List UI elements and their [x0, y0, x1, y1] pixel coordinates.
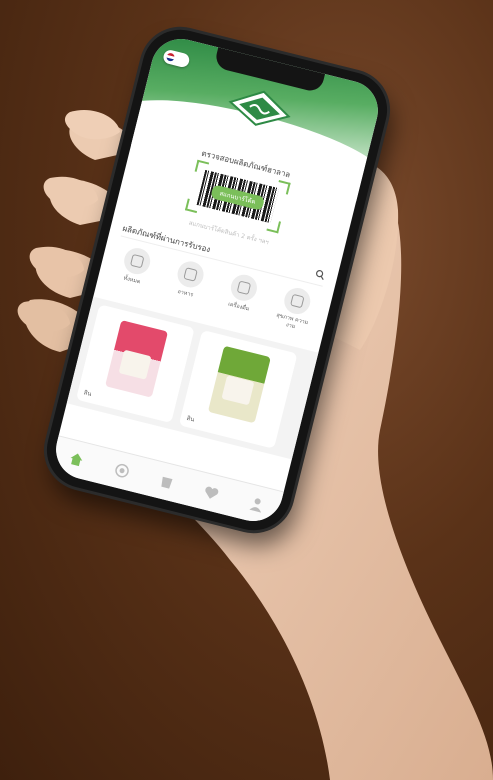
finger-tip-4 — [17, 300, 70, 332]
photo-scene: ตรวจสอบผลิตภัณฑ์ฮาลาล สแกนบาร์โค้ด สแกนบ… — [0, 0, 493, 780]
finger-tip-1 — [64, 110, 120, 140]
finger-tip-2 — [43, 176, 98, 208]
fingers-overlay — [17, 110, 120, 332]
finger-tip-3 — [29, 246, 84, 278]
